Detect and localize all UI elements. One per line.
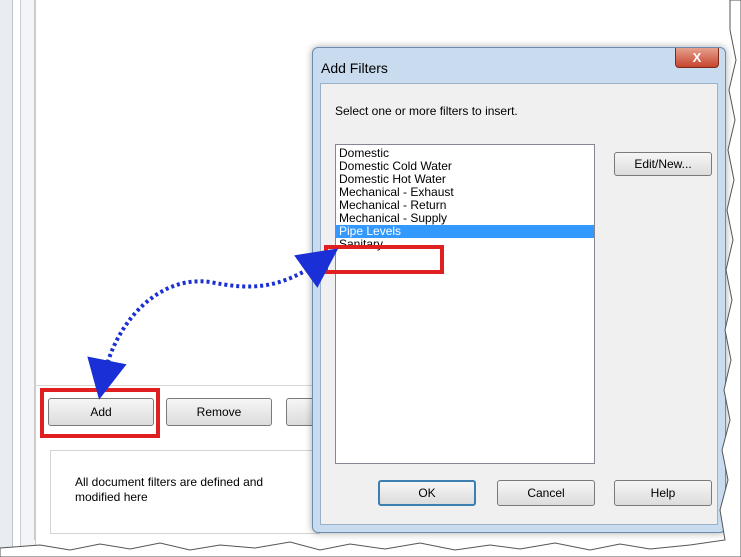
torn-edge-decoration <box>0 0 741 557</box>
